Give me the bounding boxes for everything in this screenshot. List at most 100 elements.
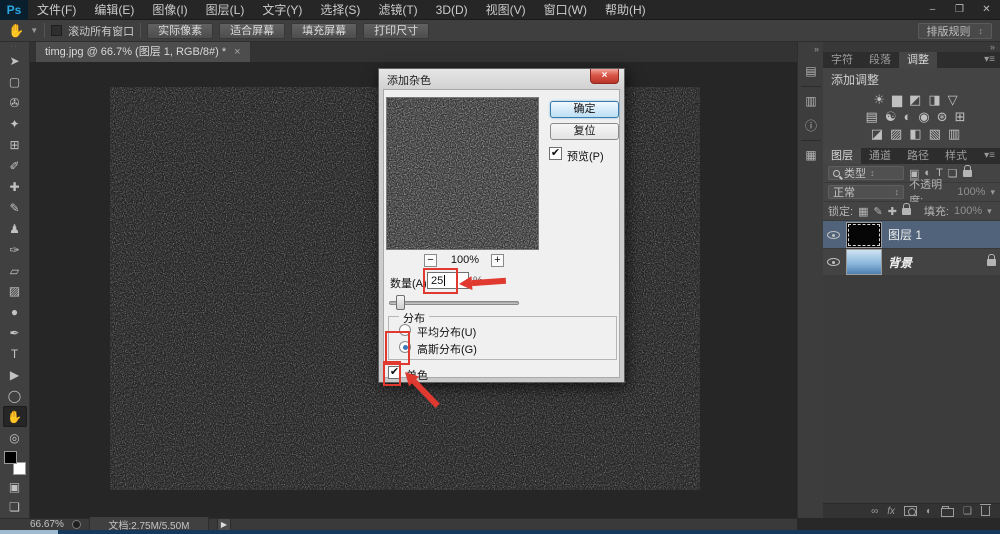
tab-adjustments[interactable]: 调整 xyxy=(899,52,937,68)
screen-mode-button[interactable]: ❏ xyxy=(3,497,27,518)
threshold-icon[interactable]: ◧ xyxy=(909,126,921,142)
properties-panel-icon[interactable]: ▥ xyxy=(802,92,820,110)
menu-filter[interactable]: 滤镜(T) xyxy=(369,0,426,20)
levels-icon[interactable]: ▆ xyxy=(892,92,902,108)
zoom-in-button[interactable]: + xyxy=(491,254,504,267)
restore-icon[interactable]: ❐ xyxy=(946,0,973,20)
opacity-value[interactable]: 100% xyxy=(957,186,985,198)
filter-type-select[interactable]: 类型 ↕ xyxy=(828,166,904,180)
visibility-eye-icon[interactable] xyxy=(827,230,840,239)
chevron-down-icon[interactable]: ▾ xyxy=(987,206,992,217)
selective-color-icon[interactable]: ▥ xyxy=(948,126,960,142)
color-lookup-icon[interactable]: ⊞ xyxy=(955,109,966,125)
menu-type[interactable]: 文字(Y) xyxy=(253,0,311,20)
brightness-contrast-icon[interactable]: ☀ xyxy=(873,92,885,108)
gaussian-radio-label[interactable]: 高斯分布(G) xyxy=(417,341,477,357)
layer1-name[interactable]: 图层 1 xyxy=(888,226,922,243)
fit-screen-button[interactable]: 适合屏幕 xyxy=(219,22,286,39)
layer-row-background[interactable]: 背景 xyxy=(823,248,1000,275)
hue-saturation-icon[interactable]: ▤ xyxy=(866,109,878,125)
color-swatches[interactable] xyxy=(3,450,27,476)
panel-menu-icon[interactable]: ▾≡ xyxy=(984,150,995,161)
gradient-map-icon[interactable]: ▧ xyxy=(929,126,941,142)
actual-pixels-button[interactable]: 实际像素 xyxy=(147,22,214,39)
lock-position-icon[interactable]: ✚ xyxy=(888,205,897,218)
noise-preview[interactable] xyxy=(386,97,539,250)
print-size-button[interactable]: 打印尺寸 xyxy=(363,22,430,39)
ok-button[interactable]: 确定 xyxy=(550,101,619,118)
menu-select[interactable]: 选择(S) xyxy=(311,0,369,20)
vibrance-icon[interactable]: ▽ xyxy=(948,92,958,108)
marquee-tool[interactable]: ▢ xyxy=(3,72,27,93)
foreground-color-swatch[interactable] xyxy=(3,451,17,465)
uniform-radio-label[interactable]: 平均分布(U) xyxy=(417,324,476,340)
menu-file[interactable]: 文件(F) xyxy=(28,0,85,20)
zoom-tool[interactable]: ◎ xyxy=(3,427,27,448)
new-group-icon[interactable] xyxy=(941,505,955,517)
minimize-icon[interactable]: – xyxy=(919,0,946,20)
black-white-icon[interactable]: ◐ xyxy=(903,109,911,124)
amount-slider-track[interactable] xyxy=(389,301,519,305)
reset-button[interactable]: 复位 xyxy=(550,123,619,140)
expand-panels-icon[interactable]: » xyxy=(814,44,819,54)
menu-edit[interactable]: 编辑(E) xyxy=(85,0,143,20)
blend-mode-select[interactable]: 正常 ↕ xyxy=(828,185,905,199)
tab-styles[interactable]: 样式 xyxy=(937,148,975,164)
layer-style-fx-icon[interactable]: fx xyxy=(887,506,895,517)
tab-character[interactable]: 字符 xyxy=(823,52,861,68)
link-layers-icon[interactable]: ∞ xyxy=(871,506,878,517)
add-layer-mask-icon[interactable] xyxy=(903,506,917,516)
menu-view[interactable]: 视图(V) xyxy=(477,0,535,20)
info-panel-icon[interactable]: ⓘ xyxy=(802,116,820,134)
shape-tool[interactable]: ◯ xyxy=(3,386,27,407)
tab-layers[interactable]: 图层 xyxy=(823,148,861,164)
fill-value[interactable]: 100% xyxy=(954,205,982,217)
zoom-level[interactable]: 66.67% xyxy=(30,519,64,530)
filter-smart-objects-icon[interactable] xyxy=(962,164,972,177)
photo-filter-icon[interactable]: ◉ xyxy=(918,109,929,125)
menu-image[interactable]: 图像(I) xyxy=(143,0,196,20)
background-thumbnail[interactable] xyxy=(846,249,882,275)
eraser-tool[interactable]: ▱ xyxy=(3,260,27,281)
tab-paths[interactable]: 路径 xyxy=(899,148,937,164)
quick-mask-button[interactable]: ▣ xyxy=(3,476,27,497)
panel-grip[interactable]: ∙∙ xyxy=(11,42,19,51)
invert-icon[interactable]: ◪ xyxy=(871,126,883,142)
channel-mixer-icon[interactable]: ⊛ xyxy=(937,109,948,125)
move-tool[interactable]: ➤ xyxy=(3,51,27,72)
dialog-close-icon[interactable]: × xyxy=(590,69,619,84)
lock-pixels-icon[interactable]: ✎ xyxy=(873,205,882,218)
document-tab[interactable]: timg.jpg @ 66.7% (图层 1, RGB/8#) * × xyxy=(36,42,250,62)
collapse-dock-icon[interactable]: » xyxy=(990,42,995,52)
history-brush-tool[interactable]: ✑ xyxy=(3,239,27,260)
tab-channels[interactable]: 通道 xyxy=(861,148,899,164)
hand-tool[interactable]: ✋ xyxy=(2,406,27,428)
chevron-down-icon[interactable]: ▼ xyxy=(30,26,38,35)
lock-transparent-icon[interactable]: ▦ xyxy=(858,205,868,218)
visibility-eye-icon[interactable] xyxy=(827,258,840,266)
magic-wand-tool[interactable]: ✦ xyxy=(3,114,27,135)
layer1-thumbnail[interactable] xyxy=(846,221,882,248)
menu-layer[interactable]: 图层(L) xyxy=(197,0,254,20)
swatches-panel-icon[interactable]: ▦ xyxy=(802,146,820,164)
color-balance-icon[interactable]: ☯ xyxy=(885,109,897,125)
clone-stamp-tool[interactable]: ♟ xyxy=(3,218,27,239)
amount-slider-thumb[interactable] xyxy=(396,295,405,310)
type-tool[interactable]: T xyxy=(3,344,27,365)
blur-tool[interactable]: ● xyxy=(3,302,27,323)
exposure-icon[interactable]: ◨ xyxy=(928,92,940,108)
new-layer-icon[interactable]: ❏ xyxy=(963,506,972,517)
background-name[interactable]: 背景 xyxy=(888,254,912,271)
path-select-tool[interactable]: ▶ xyxy=(3,365,27,386)
chevron-down-icon[interactable]: ▾ xyxy=(990,187,995,198)
delete-layer-icon[interactable] xyxy=(980,504,991,516)
scroll-all-windows-checkbox[interactable] xyxy=(51,25,63,36)
new-adjustment-layer-icon[interactable]: ◐ xyxy=(926,506,932,517)
zoom-out-button[interactable]: − xyxy=(424,254,437,267)
pen-tool[interactable]: ✒ xyxy=(3,323,27,344)
eyedropper-tool[interactable]: ✐ xyxy=(3,156,27,177)
history-panel-icon[interactable]: ▤ xyxy=(802,62,820,80)
crop-tool[interactable]: ⊞ xyxy=(3,135,27,156)
layer-row-layer1[interactable]: 图层 1 xyxy=(823,221,1000,248)
panel-menu-icon[interactable]: ▾≡ xyxy=(984,54,995,65)
